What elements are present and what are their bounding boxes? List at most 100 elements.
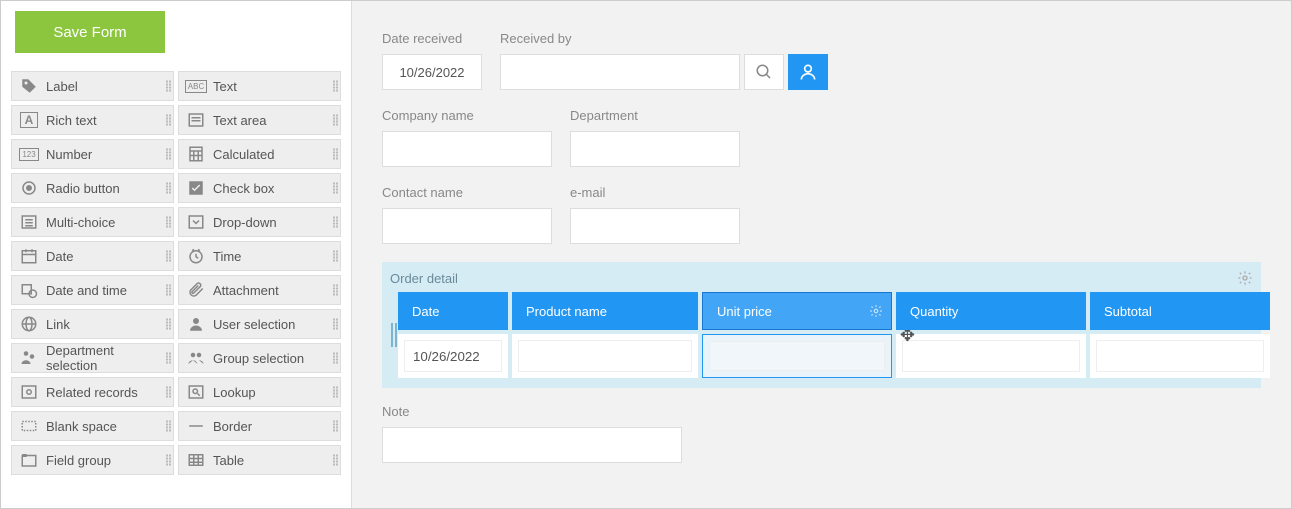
- user-icon: [185, 313, 207, 335]
- field-contact-name: Contact name: [382, 185, 552, 244]
- input-date-received[interactable]: [382, 54, 482, 90]
- palette-lookup[interactable]: Lookup: [178, 377, 341, 407]
- col-head-product[interactable]: Product name: [512, 292, 698, 330]
- input-email[interactable]: [570, 208, 740, 244]
- palette-label: Text area: [213, 113, 266, 128]
- palette-drop-down[interactable]: Drop-down: [178, 207, 341, 237]
- abc-icon: ABC: [185, 75, 207, 97]
- palette-label: Check box: [213, 181, 274, 196]
- search-icon: [755, 63, 773, 81]
- lines-icon: [185, 109, 207, 131]
- col-head-subtotal[interactable]: Subtotal: [1090, 292, 1270, 330]
- palette-label: Drop-down: [213, 215, 277, 230]
- palette-label: Department selection: [46, 343, 167, 373]
- palette-label: Lookup: [213, 385, 256, 400]
- palette-user-selection[interactable]: User selection: [178, 309, 341, 339]
- field-received-by: Received by: [500, 31, 828, 90]
- field-department: Department: [570, 108, 740, 167]
- cell-quantity[interactable]: [902, 340, 1080, 372]
- palette-blank-space[interactable]: Blank space: [11, 411, 174, 441]
- palette-check-box[interactable]: Check box: [178, 173, 341, 203]
- palette-radio-button[interactable]: Radio button: [11, 173, 174, 203]
- col-product: Product name: [512, 292, 698, 378]
- palette-text[interactable]: ABC Text: [178, 71, 341, 101]
- palette-date[interactable]: Date: [11, 241, 174, 271]
- col-head-unit-price[interactable]: Unit price: [702, 292, 892, 330]
- palette-link[interactable]: Link: [11, 309, 174, 339]
- palette-label: Blank space: [46, 419, 117, 434]
- palette-text-area[interactable]: Text area: [178, 105, 341, 135]
- palette-related-records[interactable]: Related records: [11, 377, 174, 407]
- cell-product[interactable]: [518, 340, 692, 372]
- table-icon: [185, 449, 207, 471]
- col-head-quantity[interactable]: Quantity: [896, 292, 1086, 330]
- field-company-name: Company name: [382, 108, 552, 167]
- save-button[interactable]: Save Form: [15, 11, 165, 53]
- input-company-name[interactable]: [382, 131, 552, 167]
- palette-label: Field group: [46, 453, 111, 468]
- label-contact-name: Contact name: [382, 185, 552, 200]
- col-quantity: Quantity: [896, 292, 1086, 378]
- label-department: Department: [570, 108, 740, 123]
- palette-label: Calculated: [213, 147, 274, 162]
- palette-label: Link: [46, 317, 70, 332]
- palette-label: Table: [213, 453, 244, 468]
- label-company-name: Company name: [382, 108, 552, 123]
- input-note[interactable]: [382, 427, 682, 463]
- label-date-received: Date received: [382, 31, 482, 46]
- input-received-by[interactable]: [500, 54, 740, 90]
- field-palette: Save Form Label ABC Text ARich text Text are…: [1, 1, 351, 508]
- palette-label: Date and time: [46, 283, 127, 298]
- user-picker-button[interactable]: [788, 54, 828, 90]
- palette-field-group[interactable]: Field group: [11, 445, 174, 475]
- palette-number[interactable]: 123 Number: [11, 139, 174, 169]
- palette-label: User selection: [213, 317, 295, 332]
- palette-label: Text: [213, 79, 237, 94]
- col-date: Date: [398, 292, 508, 378]
- blank-icon: [18, 415, 40, 437]
- palette-date-and-time[interactable]: Date and time: [11, 275, 174, 305]
- calc-icon: [185, 143, 207, 165]
- cell-date[interactable]: [404, 340, 502, 372]
- label-note: Note: [382, 404, 1261, 419]
- fgroup-icon: [18, 449, 40, 471]
- palette-department-selection[interactable]: Department selection: [11, 343, 174, 373]
- palette-multi-choice[interactable]: Multi-choice: [11, 207, 174, 237]
- cell-subtotal[interactable]: [1096, 340, 1264, 372]
- col-head-unit-price-label: Unit price: [717, 304, 772, 319]
- input-department[interactable]: [570, 131, 740, 167]
- palette-table[interactable]: Table: [178, 445, 341, 475]
- 123-icon: 123: [18, 143, 40, 165]
- field-email: e-mail: [570, 185, 740, 244]
- col-head-date[interactable]: Date: [398, 292, 508, 330]
- drop-icon: [185, 211, 207, 233]
- palette-label[interactable]: Label: [11, 71, 174, 101]
- palette-attachment[interactable]: Attachment: [178, 275, 341, 305]
- palette-rich-text[interactable]: ARich text: [11, 105, 174, 135]
- palette-label: Multi-choice: [46, 215, 115, 230]
- input-contact-name[interactable]: [382, 208, 552, 244]
- cell-unit-price[interactable]: [709, 341, 885, 371]
- field-date-received: Date received: [382, 31, 482, 90]
- palette-label: Number: [46, 147, 92, 162]
- check-icon: [185, 177, 207, 199]
- palette-time[interactable]: Time: [178, 241, 341, 271]
- palette-label: Border: [213, 419, 252, 434]
- palette-border[interactable]: Border: [178, 411, 341, 441]
- gear-icon[interactable]: [869, 304, 883, 318]
- col-subtotal: Subtotal: [1090, 292, 1270, 378]
- dept-icon: [18, 347, 40, 369]
- table-row-grip[interactable]: [390, 292, 398, 378]
- group-icon: [185, 347, 207, 369]
- search-button[interactable]: [744, 54, 784, 90]
- calclock-icon: [18, 279, 40, 301]
- label-email: e-mail: [570, 185, 740, 200]
- palette-calculated[interactable]: Calculated: [178, 139, 341, 169]
- clip-icon: [185, 279, 207, 301]
- globe-icon: [18, 313, 40, 335]
- palette-group-selection[interactable]: Group selection: [178, 343, 341, 373]
- gear-icon[interactable]: [1237, 270, 1253, 286]
- field-note: Note: [382, 404, 1261, 463]
- form-canvas: Date received Received by Company nam: [351, 1, 1291, 508]
- palette-label: Related records: [46, 385, 138, 400]
